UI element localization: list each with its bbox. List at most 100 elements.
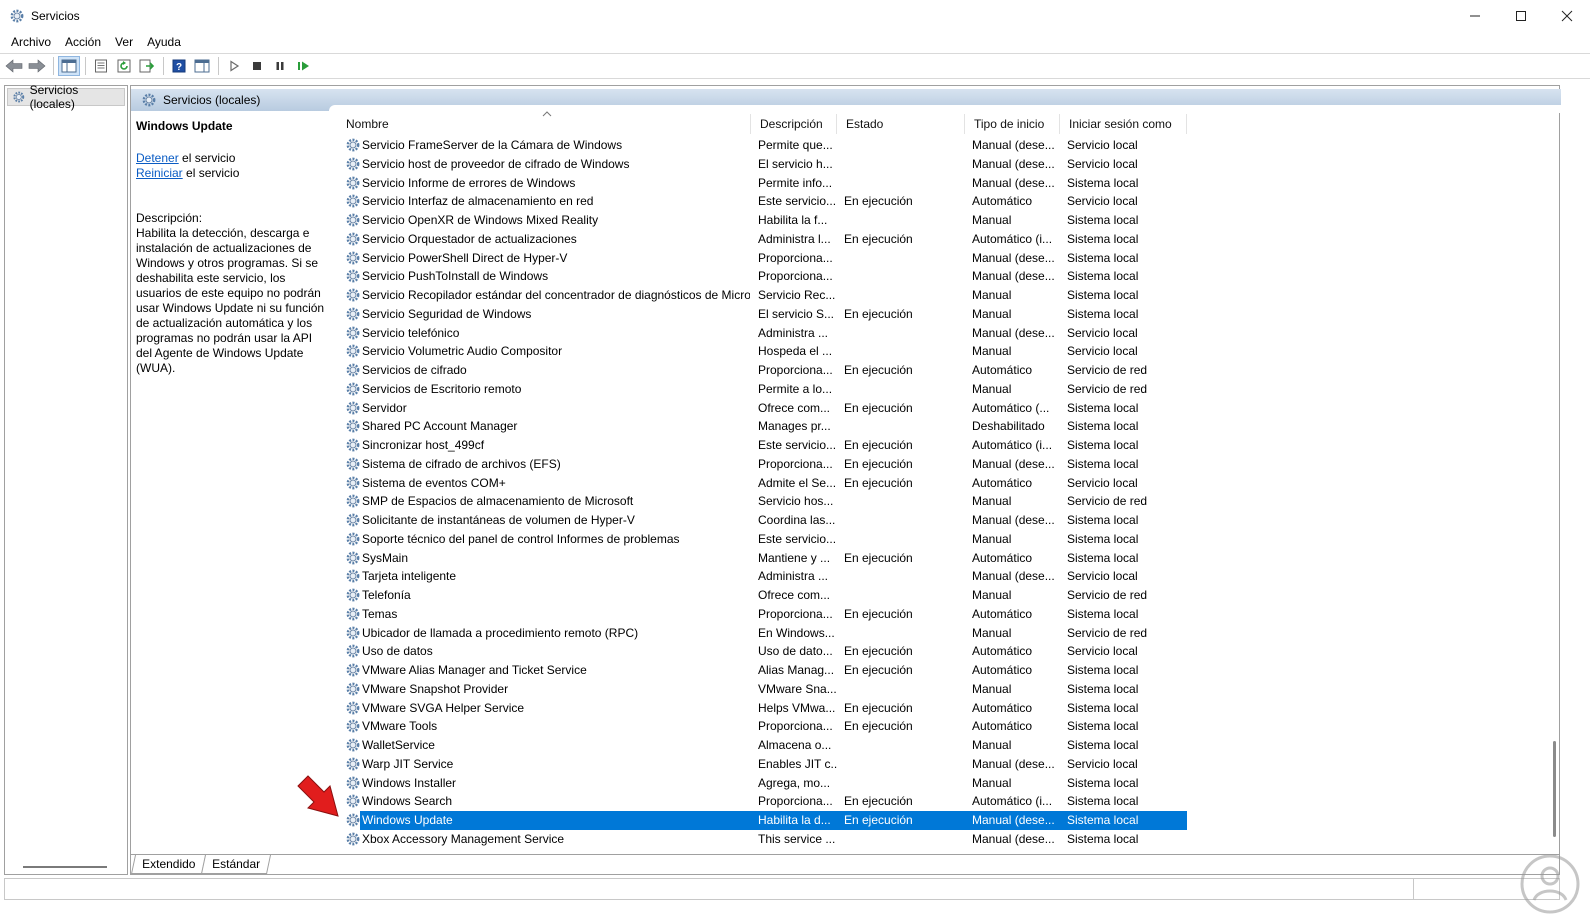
- service-description-cell: Permite a lo...: [758, 381, 833, 396]
- service-row[interactable]: Temas Proporciona... En ejecución Automátic…: [337, 605, 1187, 624]
- service-row[interactable]: Soporte técnico del panel de control Inf…: [337, 530, 1187, 549]
- service-startup-type: Automático (...: [972, 400, 1050, 415]
- column-header-name[interactable]: Nombre: [337, 111, 751, 134]
- export-list-button[interactable]: [136, 56, 158, 76]
- service-row[interactable]: Servicio host de proveedor de cifrado de…: [337, 155, 1187, 174]
- service-row[interactable]: Sistema de cifrado de archivos (EFS) Prop…: [337, 455, 1187, 474]
- service-row[interactable]: VMware Snapshot Provider VMware Sna... Man…: [337, 680, 1187, 699]
- close-button[interactable]: [1544, 0, 1590, 31]
- service-actions: Detener el servicio Reiniciar el servici…: [136, 151, 328, 181]
- service-row[interactable]: Sistema de eventos COM+ Admite el Se... En…: [337, 474, 1187, 493]
- view-tabs: Extendido Estándar: [130, 854, 1559, 874]
- menu-ayuda[interactable]: Ayuda: [140, 35, 188, 49]
- service-description-cell: Este servicio...: [758, 438, 837, 452]
- restart-service-button[interactable]: [292, 56, 314, 76]
- service-startup-type: Manual (dese...: [972, 756, 1055, 771]
- menu-archivo[interactable]: Archivo: [4, 35, 58, 49]
- service-row[interactable]: Servicio FrameServer de la Cámara de Win…: [337, 136, 1187, 155]
- pause-service-button[interactable]: [269, 56, 291, 76]
- service-row[interactable]: VMware Alias Manager and Ticket Service A…: [337, 661, 1187, 680]
- forward-button[interactable]: [26, 56, 48, 76]
- tree-item-servicios-locales[interactable]: Servicios (locales): [7, 83, 125, 111]
- tree-horizontal-scrollbar[interactable]: [23, 866, 107, 868]
- service-row[interactable]: Warp JIT Service Enables JIT c... Manual (…: [337, 755, 1187, 774]
- service-row[interactable]: Uso de datos Uso de dato... En ejecución Au…: [337, 642, 1187, 661]
- service-row[interactable]: Windows Update Habilita la d... En ejecuci…: [337, 811, 1187, 830]
- service-row[interactable]: Servicios de Escritorio remoto Permite a …: [337, 380, 1187, 399]
- service-row[interactable]: Servicio PushToInstall de Windows Proporc…: [337, 267, 1187, 286]
- start-service-button[interactable]: [223, 56, 245, 76]
- service-row[interactable]: Servicio Volumetric Audio Compositor Hosp…: [337, 342, 1187, 361]
- service-row[interactable]: Servicio PowerShell Direct de Hyper-V Pro…: [337, 249, 1187, 268]
- service-row[interactable]: Telefonía Ofrece com... Manual Servicio de …: [337, 586, 1187, 605]
- vertical-scrollbar[interactable]: [1549, 113, 1557, 851]
- service-row[interactable]: Sincronizar host_499cf Este servicio... En…: [337, 436, 1187, 455]
- service-row[interactable]: Servicio Informe de errores de Windows Pe…: [337, 174, 1187, 193]
- tab-estandar-label: Estándar: [212, 857, 261, 871]
- properties-button[interactable]: [90, 56, 112, 76]
- service-startup-type: Manual (dese...: [972, 269, 1055, 284]
- service-row[interactable]: Ubicador de llamada a procedimiento remo…: [337, 624, 1187, 643]
- service-description-cell: Habilita la d...: [758, 813, 831, 827]
- column-header-startup[interactable]: Tipo de inicio: [965, 114, 1060, 134]
- service-row[interactable]: Servicio OpenXR de Windows Mixed Reality…: [337, 211, 1187, 230]
- service-startup-type: Automático (i...: [972, 231, 1053, 246]
- service-row[interactable]: VMware SVGA Helper Service Helps VMwa... E…: [337, 699, 1187, 718]
- service-startup-type: Manual: [972, 344, 1012, 359]
- maximize-button[interactable]: [1498, 0, 1544, 31]
- service-logon-as: Servicio local: [1067, 156, 1138, 171]
- service-logon-as: Sistema local: [1067, 456, 1139, 471]
- service-state: En ejecución: [844, 438, 913, 452]
- description-text: Habilita la detección, descarga e instal…: [136, 226, 325, 375]
- service-gear-icon: [345, 775, 361, 791]
- restart-service-link[interactable]: Reiniciar: [136, 166, 183, 180]
- tab-estandar[interactable]: Estándar: [201, 855, 272, 874]
- tab-extendido[interactable]: Extendido: [130, 855, 207, 874]
- service-row[interactable]: Windows Search Proporciona... En ejecución…: [337, 792, 1187, 811]
- show-console-tree-button[interactable]: [58, 56, 80, 76]
- back-button[interactable]: [3, 56, 25, 76]
- service-gear-icon: [345, 343, 361, 359]
- service-row[interactable]: Servicio Orquestador de actualizaciones A…: [337, 230, 1187, 249]
- service-row[interactable]: Xbox Accessory Management Service This se…: [337, 830, 1187, 849]
- service-row[interactable]: Servicios de cifrado Proporciona... En eje…: [337, 361, 1187, 380]
- refresh-button[interactable]: [113, 56, 135, 76]
- service-row[interactable]: Servicio Seguridad de Windows El servicio…: [337, 305, 1187, 324]
- service-description-cell: Ofrece com...: [758, 588, 831, 602]
- menu-ver[interactable]: Ver: [108, 35, 140, 49]
- window-title: Servicios: [31, 8, 80, 23]
- service-row[interactable]: Servidor Ofrece com... En ejecución Automát…: [337, 399, 1187, 418]
- services-panel: Servicios (locales) Windows Update Deten…: [130, 85, 1561, 875]
- stop-service-link[interactable]: Detener: [136, 151, 179, 165]
- export-icon: [139, 59, 155, 73]
- service-row[interactable]: Solicitante de instantáneas de volumen d…: [337, 511, 1187, 530]
- service-row[interactable]: SysMain Mantiene y ... En ejecución Automát…: [337, 549, 1187, 568]
- service-row[interactable]: Servicio Recopilador estándar del concen…: [337, 286, 1187, 305]
- vertical-scrollbar-thumb[interactable]: [1553, 741, 1556, 837]
- service-startup-type: Manual (dese...: [972, 250, 1055, 265]
- service-row[interactable]: WalletService Almacena o... Manual Sistema …: [337, 736, 1187, 755]
- column-header-state[interactable]: Estado: [837, 114, 965, 134]
- service-startup-type: Automático: [972, 606, 1033, 621]
- service-row[interactable]: Tarjeta inteligente Administra ... Manual …: [337, 567, 1187, 586]
- service-startup-type: Manual: [972, 306, 1012, 321]
- service-row[interactable]: SMP de Espacios de almacenamiento de Mic…: [337, 492, 1187, 511]
- service-row[interactable]: Servicio telefónico Administra ... Manual …: [337, 324, 1187, 343]
- column-header-description[interactable]: Descripción: [751, 114, 837, 134]
- service-startup-type: Manual: [972, 625, 1012, 640]
- service-startup-type: Deshabilitado: [972, 419, 1045, 434]
- menu-accion[interactable]: Acción: [58, 35, 108, 49]
- service-gear-icon: [345, 456, 361, 472]
- column-header-logon[interactable]: Iniciar sesión como: [1060, 114, 1187, 134]
- pause-icon: [276, 62, 284, 70]
- stop-service-button[interactable]: [246, 56, 268, 76]
- service-row[interactable]: Shared PC Account Manager Manages pr... De…: [337, 417, 1187, 436]
- service-row[interactable]: Servicio Interfaz de almacenamiento en r…: [337, 192, 1187, 211]
- service-row[interactable]: Windows Installer Agrega, mo... Manual Sist…: [337, 774, 1187, 793]
- service-row[interactable]: VMware Tools Proporciona... En ejecución Au…: [337, 717, 1187, 736]
- show-action-pane-button[interactable]: [191, 56, 213, 76]
- help-button[interactable]: ?: [168, 56, 190, 76]
- service-state: [844, 155, 964, 174]
- service-name: Servicio OpenXR de Windows Mixed Reality: [362, 213, 599, 227]
- minimize-button[interactable]: [1452, 0, 1498, 31]
